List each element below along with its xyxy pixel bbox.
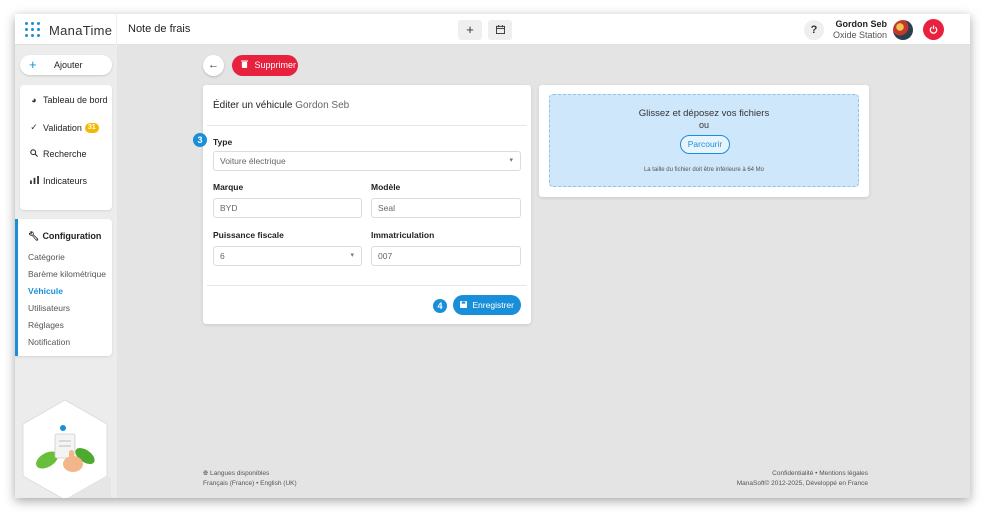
user-name: Gordon Seb — [835, 19, 888, 29]
sidebar-item-dashboard[interactable]: ◕ Tableau de bord — [28, 95, 108, 105]
sidebar: + Ajouter ◕ Tableau de bord ✓ Validation… — [15, 45, 117, 498]
power-icon — [929, 25, 938, 34]
file-size-note: La taille du fichier doit être inférieur… — [643, 167, 765, 173]
page-title: Note de frais — [128, 23, 191, 35]
file-drop-zone[interactable]: Glissez et déposez vos fichiers ou Parco… — [549, 94, 859, 187]
copyright: ManaSoft© 2012-2025, Développé en France — [736, 480, 868, 487]
upload-card: Glissez et déposez vos fichiers ou Parco… — [539, 85, 869, 197]
form-divider — [207, 285, 527, 286]
sidebar-item-search[interactable]: Recherche — [28, 149, 87, 159]
form-divider — [207, 125, 527, 126]
puissance-select[interactable]: 6 ▾ — [213, 246, 362, 266]
mascot-illustration — [22, 400, 111, 498]
sidebar-item-configuration[interactable]: 🔧︎ Configuration — [28, 231, 101, 242]
immat-input[interactable]: 007 — [371, 246, 521, 266]
type-select[interactable]: Voiture électrique ▾ — [213, 151, 521, 171]
sidebar-subitem-settings[interactable]: Réglages — [28, 320, 64, 330]
vehicle-form: Éditer un véhicule Gordon Seb 3 Type Voi… — [193, 85, 531, 324]
browse-button[interactable]: Parcourir — [680, 135, 730, 154]
add-button-label: Ajouter — [54, 60, 83, 70]
logout-button[interactable] — [923, 19, 944, 40]
add-button[interactable]: + Ajouter — [20, 55, 112, 75]
sidebar-subitem-vehicle[interactable]: Véhicule — [28, 286, 63, 296]
floppy-disk-icon — [460, 300, 469, 310]
marque-label: Marque — [213, 182, 244, 192]
type-select-value: Voiture électrique — [220, 156, 286, 166]
sidebar-item-label: Tableau de bord — [43, 95, 108, 105]
delete-button-label: Supprimer — [254, 60, 297, 70]
footer-legal: Confidentialité • Mentions légales ManaS… — [737, 469, 868, 489]
sidebar-item-validation[interactable]: ✓ Validation 31 — [28, 122, 99, 133]
modele-input[interactable]: Seal — [371, 198, 521, 218]
app-logo[interactable]: ManaTime — [25, 22, 112, 38]
validation-count-badge: 31 — [84, 122, 99, 133]
topbar-divider — [116, 14, 117, 45]
plus-icon: + — [29, 57, 37, 72]
puissance-label: Puissance fiscale — [213, 230, 284, 240]
legal-links[interactable]: Confidentialité • Mentions légales — [737, 469, 868, 479]
pie-chart-icon: ◕ — [31, 95, 37, 105]
drop-zone-or: ou — [698, 120, 709, 130]
languages-title: 🌐︎ Langues disponibles — [203, 469, 297, 479]
wrench-icon: 🔧︎ — [28, 231, 40, 241]
form-title-text: Éditer un véhicule — [213, 100, 293, 111]
immat-label: Immatriculation — [371, 230, 435, 240]
main-content: ← Supprimer Éditer un véhicule Gordon Se… — [117, 45, 970, 498]
sidebar-subitem-mileage-scale[interactable]: Barème kilométrique — [28, 269, 106, 279]
bar-chart-icon — [28, 176, 40, 186]
app-grid-icon — [25, 22, 41, 38]
user-organization: Oxide Station — [832, 30, 887, 40]
search-icon — [28, 149, 40, 159]
sidebar-item-label: Indicateurs — [43, 176, 88, 186]
language-icon: 🌐︎ — [203, 470, 211, 477]
modele-label: Modèle — [371, 182, 401, 192]
check-icon: ✓ — [30, 122, 38, 132]
sidebar-item-indicators[interactable]: Indicateurs — [28, 176, 87, 186]
arrow-left-icon: ← — [208, 59, 219, 71]
form-title-owner: Gordon Seb — [295, 100, 350, 111]
chevron-down-icon: ▾ — [509, 157, 513, 164]
configuration-section: 🔧︎ Configuration Catégorie Barème kilomét… — [15, 219, 112, 356]
app-name: ManaTime — [49, 22, 113, 38]
sidebar-subitem-category[interactable]: Catégorie — [28, 252, 65, 262]
type-label: Type — [213, 137, 233, 147]
back-button[interactable]: ← — [203, 55, 224, 76]
footer-languages: 🌐︎ Langues disponibles Français (France)… — [203, 469, 297, 489]
sidebar-item-label: Recherche — [43, 149, 87, 159]
avatar[interactable] — [893, 20, 913, 40]
languages-list[interactable]: Français (France) • English (UK) — [203, 479, 297, 489]
delete-button[interactable]: Supprimer — [232, 55, 298, 76]
languages-title-text: Langues disponibles — [210, 470, 270, 477]
sidebar-subitem-users[interactable]: Utilisateurs — [28, 303, 70, 313]
top-bar: ManaTime Note de frais + ? Gordon Seb Ox… — [15, 14, 970, 45]
step-marker-4: 4 — [433, 299, 447, 313]
calendar-icon — [495, 25, 505, 34]
drop-zone-title: Glissez et déposez vos fichiers — [638, 108, 770, 119]
save-button-label: Enregistrer — [472, 300, 514, 310]
help-button[interactable]: ? — [804, 20, 824, 40]
step-marker-3: 3 — [193, 133, 207, 147]
chevron-down-icon: ▾ — [350, 252, 354, 259]
main-nav: ◕ Tableau de bord ✓ Validation 31 Recher… — [20, 85, 112, 210]
marque-input[interactable]: BYD — [213, 198, 362, 218]
sidebar-subitem-notification[interactable]: Notification — [28, 337, 70, 347]
trash-icon — [241, 60, 251, 70]
save-button[interactable]: Enregistrer — [453, 295, 521, 315]
configuration-label: Configuration — [42, 231, 102, 241]
quick-add-button[interactable]: + — [458, 20, 482, 40]
sidebar-item-label: Validation — [43, 122, 82, 133]
calendar-button[interactable] — [488, 20, 512, 40]
puissance-select-value: 6 — [220, 251, 225, 261]
app-window: ManaTime Note de frais + ? Gordon Seb Ox… — [15, 14, 970, 498]
form-title: Éditer un véhicule Gordon Seb — [213, 100, 349, 111]
